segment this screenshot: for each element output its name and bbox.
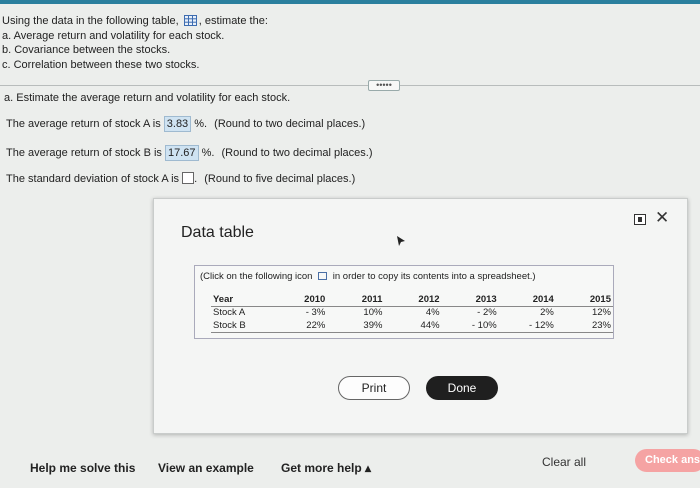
done-button[interactable]: Done (426, 376, 498, 400)
table-header-cell: 2011 (361, 293, 383, 305)
table-cell: 39% (363, 319, 383, 331)
table-cell: - 3% (305, 307, 326, 319)
table-header-cell: 2013 (475, 293, 497, 305)
question-item-c: c. Correlation between these two stocks. (2, 58, 200, 71)
answer-line-sd-a: The standard deviation of stock A is . (… (6, 172, 356, 185)
table-cell: 23% (591, 319, 611, 331)
question-item-a: a. Average return and volatility for eac… (2, 29, 225, 42)
table-row: Stock B 22% 39% 44% - 10% - 12% 23% (211, 319, 613, 332)
table-header-cell: 2012 (418, 293, 440, 305)
table-header-cell: Year (213, 293, 234, 305)
get-more-help-link[interactable]: Get more help ▴ (281, 461, 371, 475)
table-cell: Stock B (213, 319, 246, 331)
section-divider (0, 85, 700, 86)
table-header-row: Year 2010 2011 2012 2013 2014 2015 (211, 293, 613, 306)
table-cell: 12% (591, 307, 611, 319)
modal-title: Data table (181, 224, 254, 241)
copy-icon[interactable] (318, 272, 328, 280)
answer-line-avg-b: The average return of stock B is 17.67 %… (6, 145, 373, 161)
minimize-icon[interactable] (634, 214, 646, 225)
mouse-cursor-icon (397, 236, 405, 246)
answer-sd-a-input[interactable] (182, 172, 195, 184)
top-bar (0, 0, 700, 4)
table-cell: 22% (306, 319, 326, 331)
table-cell: Stock A (213, 307, 246, 319)
answer-line-avg-a: The average return of stock A is 3.83 %.… (6, 116, 366, 132)
expand-button[interactable]: ••••• (368, 80, 400, 91)
table-cell: - 2% (477, 307, 497, 319)
answer-avg-return-a[interactable]: 3.83 (163, 116, 192, 132)
close-icon[interactable]: ✕ (655, 209, 669, 226)
clear-all-button[interactable]: Clear all (542, 455, 586, 469)
answer-avg-return-b[interactable]: 17.67 (164, 145, 199, 161)
data-table-modal: Data table ✕ (Click on the following ico… (153, 198, 688, 434)
table-header-cell: 2015 (589, 293, 611, 305)
table-cell: - 10% (471, 319, 497, 331)
table-cell: - 12% (529, 319, 554, 331)
data-table: Year 2010 2011 2012 2013 2014 2015 Stock… (211, 293, 613, 333)
view-example-link[interactable]: View an example (158, 461, 254, 475)
print-button[interactable]: Print (338, 376, 410, 400)
table-cell: 44% (420, 319, 440, 331)
question-line-1: Using the data in the following table, ,… (2, 15, 268, 27)
table-icon[interactable] (183, 15, 197, 26)
help-me-solve-link[interactable]: Help me solve this (30, 461, 135, 475)
table-cell: 10% (363, 307, 383, 319)
table-header-cell: 2010 (304, 293, 326, 305)
table-header-cell: 2014 (532, 293, 554, 305)
check-answer-button[interactable]: Check ans (635, 449, 700, 472)
table-cell: 2% (540, 307, 554, 319)
copy-note: (Click on the following icon in order to… (200, 271, 536, 282)
table-panel: (Click on the following icon in order to… (194, 265, 614, 339)
table-row: Stock A - 3% 10% 4% - 2% 2% 12% (211, 306, 613, 319)
table-cell: 4% (425, 307, 440, 319)
part-a-heading: a. Estimate the average return and volat… (4, 92, 291, 104)
question-item-b: b. Covariance between the stocks. (2, 44, 171, 56)
question-text: Using the data in the following table, ,… (2, 14, 268, 72)
